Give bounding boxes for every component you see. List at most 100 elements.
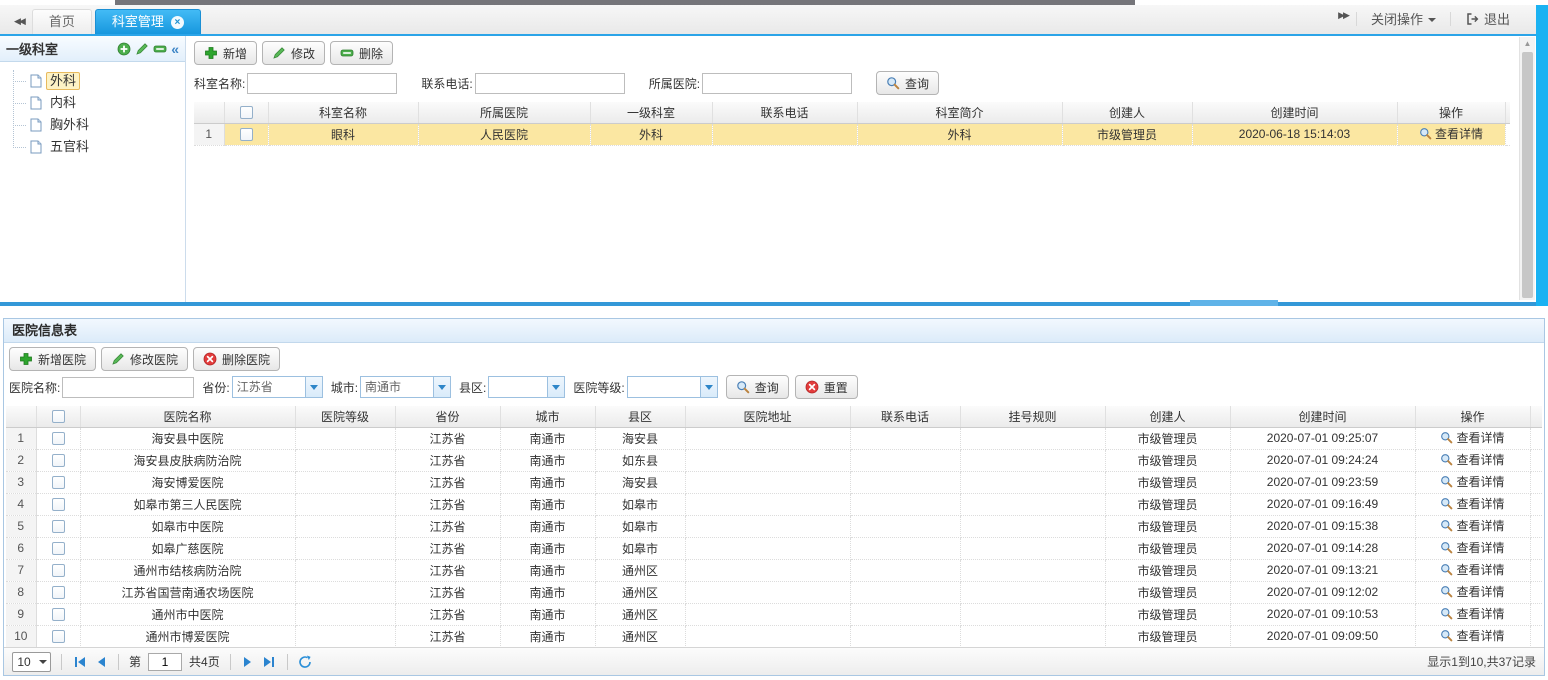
edit-button[interactable]: 修改	[262, 41, 325, 65]
view-details-link[interactable]: 查看详情	[1440, 473, 1504, 490]
table-row[interactable]: 6如皋广慈医院江苏省南通市如皋市市级管理员2020-07-01 09:14:28…	[6, 537, 1542, 559]
edit-hospital-button[interactable]: 修改医院	[101, 347, 188, 371]
view-details-link[interactable]: 查看详情	[1440, 539, 1504, 556]
tree-item-xiongwaike[interactable]: 胸外科	[16, 114, 185, 136]
tab-home[interactable]: 首页	[32, 9, 92, 34]
select-all-checkbox[interactable]	[240, 106, 253, 119]
edit-node-icon[interactable]	[135, 42, 149, 56]
view-details-link[interactable]: 查看详情	[1440, 561, 1504, 578]
table-row[interactable]: 9通州市中医院江苏省南通市通州区市级管理员2020-07-01 09:10:53…	[6, 603, 1542, 625]
prev-page-button[interactable]	[95, 657, 108, 667]
horizontal-scrollbar[interactable]	[0, 302, 1548, 306]
column-header[interactable]: 县区	[595, 406, 685, 427]
view-details-link[interactable]: 查看详情	[1419, 125, 1483, 142]
first-page-button[interactable]	[72, 657, 88, 667]
column-header[interactable]: 创建时间	[1230, 406, 1415, 427]
add-hospital-button[interactable]: 新增医院	[9, 347, 96, 371]
table-row[interactable]: 10通州市博爱医院江苏省南通市通州区市级管理员2020-07-01 09:09:…	[6, 625, 1542, 647]
column-header[interactable]: 创建人	[1062, 102, 1192, 123]
view-details-link[interactable]: 查看详情	[1440, 429, 1504, 446]
view-details-link[interactable]: 查看详情	[1440, 583, 1504, 600]
query-button[interactable]: 查询	[876, 71, 939, 95]
view-details-link[interactable]: 查看详情	[1440, 517, 1504, 534]
hospital-input[interactable]	[702, 73, 852, 94]
row-checkbox[interactable]	[52, 564, 65, 577]
row-checkbox[interactable]	[52, 454, 65, 467]
select-all-checkbox[interactable]	[52, 410, 65, 423]
last-page-button[interactable]	[261, 657, 277, 667]
table-row[interactable]: 1海安县中医院江苏省南通市海安县市级管理员2020-07-01 09:25:07…	[6, 427, 1542, 449]
column-header[interactable]: 创建时间	[1192, 102, 1397, 123]
hospital-level-select[interactable]	[627, 376, 718, 398]
view-details-link[interactable]: 查看详情	[1440, 605, 1504, 622]
scroll-up-icon[interactable]: ▲	[1520, 37, 1535, 51]
logout-button[interactable]: 退出	[1451, 9, 1524, 28]
row-checkbox[interactable]	[52, 476, 65, 489]
column-header[interactable]: 创建人	[1105, 406, 1230, 427]
column-header[interactable]: 医院等级	[295, 406, 395, 427]
table-row[interactable]: 1眼科人民医院外科外科市级管理员2020-06-18 15:14:03查看详情	[194, 123, 1510, 145]
table-row[interactable]: 7通州市结核病防治院江苏省南通市通州区市级管理员2020-07-01 09:13…	[6, 559, 1542, 581]
row-checkbox[interactable]	[52, 432, 65, 445]
view-details-link[interactable]: 查看详情	[1440, 451, 1504, 468]
add-node-icon[interactable]	[117, 42, 131, 56]
table-row[interactable]: 3海安博爱医院江苏省南通市海安县市级管理员2020-07-01 09:23:59…	[6, 471, 1542, 493]
page-number-input[interactable]	[148, 653, 182, 671]
scrollbar-thumb[interactable]	[1522, 52, 1533, 298]
row-checkbox[interactable]	[52, 542, 65, 555]
row-checkbox[interactable]	[52, 608, 65, 621]
column-header[interactable]: 操作	[1415, 406, 1530, 427]
scroll-tabs-left-icon[interactable]: ◀◀	[10, 16, 32, 34]
tree-item-wuguanke[interactable]: 五官科	[16, 136, 185, 158]
dept-name-input[interactable]	[247, 73, 397, 94]
table-row[interactable]: 5如皋市中医院江苏省南通市如皋市市级管理员2020-07-01 09:15:38…	[6, 515, 1542, 537]
city-select[interactable]: 南通市	[360, 376, 451, 398]
table-row[interactable]: 8江苏省国营南通农场医院江苏省南通市通州区市级管理员2020-07-01 09:…	[6, 581, 1542, 603]
close-operations-button[interactable]: 关闭操作	[1357, 9, 1450, 28]
province-select[interactable]: 江苏省	[232, 376, 323, 398]
phone-input[interactable]	[475, 73, 625, 94]
page-size-select[interactable]: 10	[12, 652, 51, 672]
hospital-query-button[interactable]: 查询	[726, 375, 789, 399]
reset-button[interactable]: 重置	[795, 375, 858, 399]
scroll-tabs-right-icon[interactable]: ▶▶	[1334, 10, 1356, 28]
view-details-link[interactable]: 查看详情	[1440, 495, 1504, 512]
remove-node-icon[interactable]	[153, 42, 167, 56]
column-header[interactable]: 省份	[395, 406, 500, 427]
column-header[interactable]: 科室简介	[857, 102, 1062, 123]
collapse-sidebar-icon[interactable]: «	[171, 42, 179, 56]
add-button[interactable]: 新增	[194, 41, 257, 65]
column-header[interactable]: 一级科室	[590, 102, 712, 123]
column-header[interactable]: 城市	[500, 406, 595, 427]
next-page-button[interactable]	[241, 657, 254, 667]
column-header[interactable]: 联系电话	[850, 406, 960, 427]
view-details-link[interactable]: 查看详情	[1440, 627, 1504, 644]
tab-dept-management[interactable]: 科室管理 ×	[95, 9, 201, 34]
magnifier-icon	[1419, 127, 1432, 140]
column-header[interactable]: 医院名称	[80, 406, 295, 427]
horizontal-scrollbar-thumb[interactable]	[1190, 300, 1278, 306]
hospital-name-input[interactable]	[62, 377, 194, 398]
tree-item-neike[interactable]: 内科	[16, 92, 185, 114]
refresh-icon[interactable]	[298, 655, 312, 669]
column-header[interactable]: 科室名称	[268, 102, 418, 123]
tree-item-waike[interactable]: 外科	[16, 70, 185, 92]
row-checkbox[interactable]	[52, 630, 65, 643]
vertical-scrollbar[interactable]: ▲	[1519, 37, 1535, 300]
delete-button[interactable]: 删除	[330, 41, 393, 65]
row-checkbox[interactable]	[52, 498, 65, 511]
close-tab-icon[interactable]: ×	[171, 16, 184, 29]
tree-item-label: 五官科	[46, 138, 93, 156]
column-header[interactable]: 医院地址	[685, 406, 850, 427]
row-checkbox[interactable]	[52, 586, 65, 599]
table-row[interactable]: 4如皋市第三人民医院江苏省南通市如皋市市级管理员2020-07-01 09:16…	[6, 493, 1542, 515]
delete-hospital-button[interactable]: 删除医院	[193, 347, 280, 371]
row-checkbox[interactable]	[52, 520, 65, 533]
column-header[interactable]: 所属医院	[418, 102, 590, 123]
county-select[interactable]	[488, 376, 565, 398]
column-header[interactable]: 联系电话	[712, 102, 857, 123]
column-header[interactable]: 操作	[1397, 102, 1505, 123]
table-row[interactable]: 2海安县皮肤病防治院江苏省南通市如东县市级管理员2020-07-01 09:24…	[6, 449, 1542, 471]
column-header[interactable]: 挂号规则	[960, 406, 1105, 427]
row-checkbox[interactable]	[240, 128, 253, 141]
